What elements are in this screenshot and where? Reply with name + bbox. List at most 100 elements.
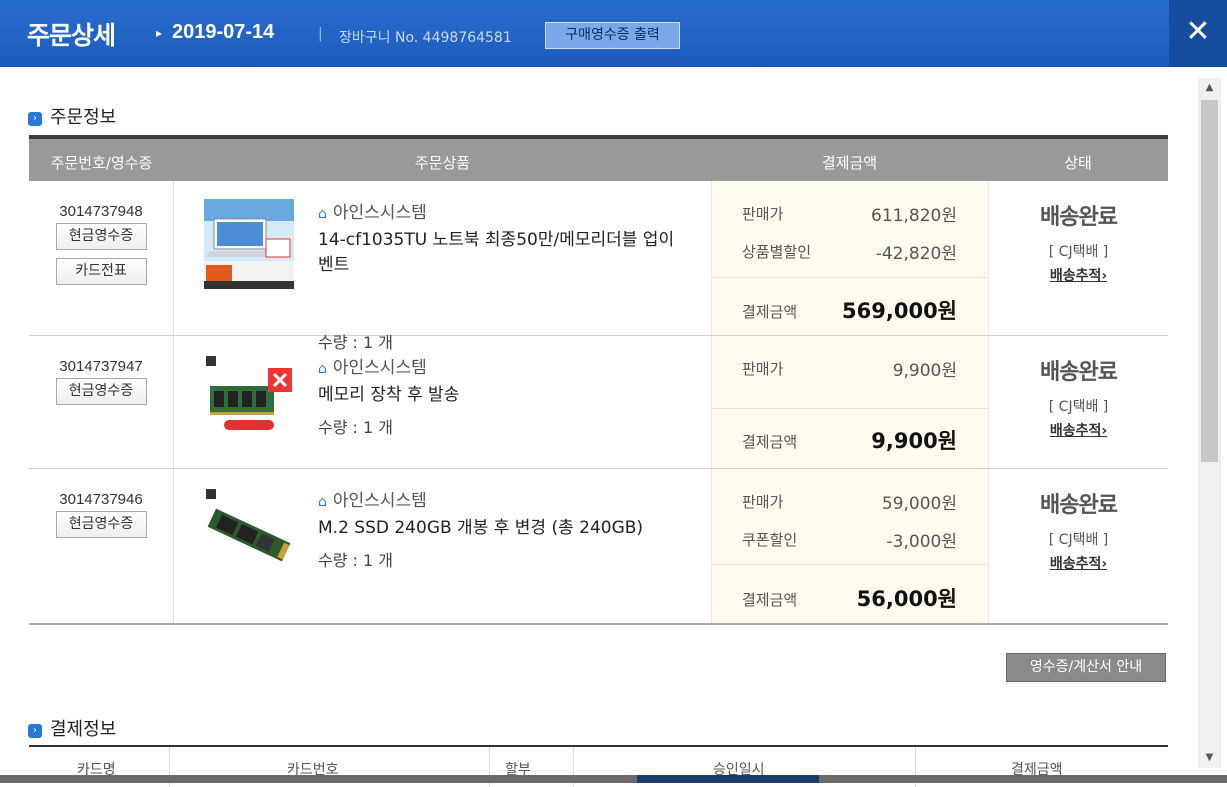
price-label: 판매가 [742,360,784,378]
seller-name[interactable]: ⌂ 아인스시스템 [318,353,427,378]
chevron-right-icon: › [1101,556,1108,572]
price-value: 9,900원 [892,361,957,381]
cash-receipt-button[interactable]: 현금영수증 [55,378,147,405]
price-label: 판매가 [742,205,784,223]
price-value: 611,820원 [871,206,957,226]
scroll-up-icon[interactable]: ▲ [1198,78,1221,98]
price-line: 판매가 9,900원 [742,358,957,381]
order-no-cell: 3014737948 현금영수증 카드전표 [29,181,174,335]
order-table: 주문번호/영수증 주문상품 결제금액 상태 3014737948 현금영수증 카… [29,135,1168,625]
total-value: 9,900원 [871,429,957,453]
payment-cell: 판매가 611,820원 상품별할인 -42,820원 결제금액 569,000원 [711,181,989,335]
table-row: 3014737946 현금영수증 ⌂ 아인스시스템 M.2 SSD 240GB 개… [29,469,1168,625]
laptop-thumbnail[interactable] [204,199,294,289]
total-line: 결제금액 56,000원 [742,587,957,611]
product-name[interactable]: 메모리 장착 후 발송 [318,383,688,408]
order-no-cell: 3014737947 현금영수증 [29,336,174,468]
total-label: 결제금액 [742,303,798,321]
total-label: 결제금액 [742,433,798,451]
bottom-bar [0,775,1227,783]
order-info-title: › 주문정보 [28,103,116,129]
chevron-right-icon: › [1101,268,1108,284]
chevron-right-icon: › [28,112,42,126]
status-cell: 배송완료 [ CJ택배 ] 배송추적› [988,336,1168,468]
arrow-right-icon: ▸ [156,26,163,40]
bottom-bar-segment [637,775,819,783]
order-number: 3014737946 [59,491,143,508]
product-name[interactable]: 14-cf1035TU 노트북 최종50만/메모리더블 업이벤트 [318,228,688,278]
track-delivery-link[interactable]: 배송추적› [1050,553,1107,573]
discount-line: 상품별할인 -42,820원 [742,241,957,264]
total-label: 결제금액 [742,591,798,609]
track-delivery-link[interactable]: 배송추적› [1050,265,1107,285]
chevron-right-icon: › [1101,423,1108,439]
order-number: 3014737947 [59,358,143,375]
cash-receipt-button[interactable]: 현금영수증 [55,511,147,538]
payment-info-title-text: 결제정보 [50,719,117,740]
order-number: 3014737948 [59,203,143,220]
payment-divider [712,564,989,565]
status-badge: 배송완료 [1040,360,1118,385]
product-cell: ⌂ 아인스시스템 메모리 장착 후 발송 수량 : 1 개 [174,336,711,468]
table-row: 3014737947 현금영수증 ⌂ 아인스시스템 메모리 장착 후 발송 수량 … [29,336,1168,469]
scroll-down-icon[interactable]: ▼ [1198,748,1221,768]
total-value: 569,000원 [842,299,957,323]
total-value: 56,000원 [856,587,957,611]
home-icon: ⌂ [318,494,327,510]
order-no-cell: 3014737946 현금영수증 [29,469,174,623]
payment-divider [712,408,989,409]
order-table-header: 주문번호/영수증 주문상품 결제금액 상태 [29,135,1168,181]
track-label: 배송추적 [1049,268,1102,284]
card-slip-button[interactable]: 카드전표 [55,258,147,285]
seller-text: 아인스시스템 [332,358,427,378]
cart-number: 장바구니 No. 4498764581 [339,30,512,46]
vertical-scrollbar[interactable]: ▲ ▼ [1198,78,1221,768]
status-cell: 배송완료 [ CJ택배 ] 배송추적› [988,181,1168,335]
courier-name: [ CJ택배 ] [1048,532,1109,548]
home-icon: ⌂ [318,361,327,377]
order-date: 2019-07-14 [172,21,275,43]
courier-name: [ CJ택배 ] [1048,399,1109,415]
page-title: 주문상세 [27,21,116,50]
total-line: 결제금액 569,000원 [742,299,957,323]
table-row: 3014737948 현금영수증 카드전표 ⌂ 아인스시스템 14-cf1035T… [29,181,1168,352]
chevron-right-icon: › [28,724,42,738]
courier-name: [ CJ택배 ] [1048,244,1109,260]
track-delivery-link[interactable]: 배송추적› [1050,420,1107,440]
seller-text: 아인스시스템 [332,203,427,223]
print-receipt-button[interactable]: 구매영수증 출력 [545,22,680,49]
home-icon: ⌂ [318,206,327,222]
col-product: 주문상품 [414,154,471,172]
status-badge: 배송완료 [1040,205,1118,230]
close-icon[interactable]: ✕ [1169,0,1227,67]
seller-name[interactable]: ⌂ 아인스시스템 [318,486,427,511]
track-label: 배송추적 [1049,556,1102,572]
payment-cell: 판매가 9,900원 결제금액 9,900원 [711,336,989,468]
seller-name[interactable]: ⌂ 아인스시스템 [318,198,427,223]
price-line: 판매가 59,000원 [742,491,957,514]
status-badge: 배송완료 [1040,493,1118,518]
quantity: 수량 : 1 개 [318,418,393,437]
header-separator: | [318,26,323,42]
track-label: 배송추적 [1049,423,1102,439]
product-cell: ⌂ 아인스시스템 14-cf1035TU 노트북 최종50만/메모리더블 업이벤트… [174,181,711,352]
memory-thumbnail[interactable] [204,354,294,444]
cash-receipt-button[interactable]: 현금영수증 [55,223,147,250]
quantity: 수량 : 1 개 [318,551,393,570]
product-name[interactable]: M.2 SSD 240GB 개봉 후 변경 (총 240GB) [318,516,688,541]
col-order-no: 주문번호/영수증 [50,154,153,172]
receipt-guide-button[interactable]: 영수증/계산서 안내 [1006,653,1166,682]
payment-cell: 판매가 59,000원 쿠폰할인 -3,000원 결제금액 56,000원 [711,469,989,623]
price-line: 판매가 611,820원 [742,203,957,226]
discount-line: 쿠폰할인 -3,000원 [742,529,957,552]
discount-value: -42,820원 [875,244,957,264]
discount-value: -3,000원 [886,532,957,552]
ssd-thumbnail[interactable] [204,487,294,577]
price-label: 판매가 [742,493,784,511]
status-cell: 배송완료 [ CJ택배 ] 배송추적› [988,469,1168,623]
popup-header: 주문상세 ▸ 2019-07-14 | 장바구니 No. 4498764581 … [0,0,1227,67]
product-cell: ⌂ 아인스시스템 M.2 SSD 240GB 개봉 후 변경 (총 240GB) … [174,469,711,623]
discount-label: 상품별할인 [742,243,812,261]
total-line: 결제금액 9,900원 [742,429,957,453]
scrollbar-thumb[interactable] [1201,100,1218,462]
